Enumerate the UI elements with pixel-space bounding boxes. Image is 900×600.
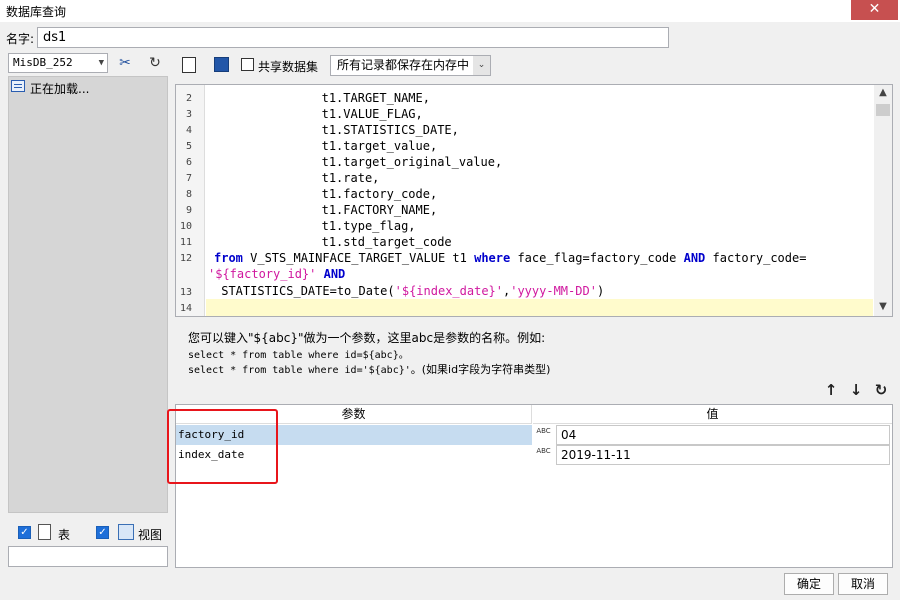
memory-mode-select[interactable]: 所有记录都保存在内存中 ⌄ bbox=[330, 55, 491, 76]
code-line: t1.rate, bbox=[206, 171, 380, 185]
line-number: 8 bbox=[185, 189, 192, 200]
code-line: STATISTICS_DATE=to_Date('${index_date}',… bbox=[214, 284, 604, 298]
line-number: 12 bbox=[179, 253, 192, 264]
memory-mode-value: 所有记录都保存在内存中 bbox=[337, 58, 470, 72]
line-number: 6 bbox=[185, 157, 192, 168]
hint-example: select * from table where id='${abc}'。(如… bbox=[188, 361, 550, 377]
code-line-wrap: '${factory_id}' AND bbox=[208, 267, 345, 281]
database-select[interactable]: MisDB_252 ▼ bbox=[8, 53, 108, 73]
code-line: t1.factory_code, bbox=[206, 187, 438, 201]
code-line: t1.std_target_code bbox=[206, 235, 452, 249]
show-table-checkbox[interactable]: ✓ bbox=[18, 526, 31, 539]
share-dataset-checkbox[interactable] bbox=[241, 58, 254, 71]
table-icon bbox=[38, 524, 51, 540]
line-number: 4 bbox=[185, 125, 192, 136]
code-line: t1.VALUE_FLAG, bbox=[206, 107, 423, 121]
preview-icon[interactable] bbox=[182, 57, 196, 73]
show-view-label: 视图 bbox=[138, 528, 163, 542]
name-input[interactable]: ds1 bbox=[37, 27, 669, 48]
editor-scrollbar[interactable] bbox=[874, 85, 892, 316]
current-line-highlight bbox=[206, 299, 873, 316]
line-number: 3 bbox=[185, 109, 192, 120]
sql-string: '${index_date}' bbox=[394, 284, 503, 298]
ok-button[interactable]: 确定 bbox=[784, 573, 834, 595]
share-dataset-label: 共享数据集 bbox=[258, 60, 319, 74]
move-up-icon[interactable]: ↑ bbox=[823, 381, 839, 399]
type-abc-icon[interactable]: ABC bbox=[533, 445, 554, 465]
code-line: t1.TARGET_NAME, bbox=[206, 91, 430, 105]
sql-text: V_STS_MAINFACE_TARGET_VALUE t1 bbox=[242, 251, 475, 265]
sql-keyword: where bbox=[474, 251, 511, 265]
sql-string: 'yyyy-MM-DD' bbox=[510, 284, 597, 298]
code-line: t1.type_flag, bbox=[206, 219, 416, 233]
hint-example-code: select * from table where id='${abc}' bbox=[188, 365, 411, 376]
sql-text: face_flag=factory_code bbox=[510, 251, 684, 265]
scroll-thumb[interactable] bbox=[876, 104, 890, 116]
line-number: 14 bbox=[179, 303, 192, 314]
sql-text: factory_code= bbox=[705, 251, 807, 265]
close-button[interactable]: ✕ bbox=[851, 0, 898, 20]
line-number: 10 bbox=[179, 221, 192, 232]
loading-text: 正在加载... bbox=[30, 82, 90, 96]
refresh-icon[interactable]: ↻ bbox=[145, 53, 165, 73]
sql-keyword: from bbox=[214, 251, 243, 265]
scroll-up-icon[interactable]: ▲ bbox=[874, 87, 892, 103]
table-search-input[interactable] bbox=[8, 546, 168, 567]
param-value-input[interactable]: 04 bbox=[556, 425, 890, 445]
chevron-down-icon: ▼ bbox=[98, 58, 104, 68]
line-number: 9 bbox=[185, 205, 192, 216]
code-line: t1.target_original_value, bbox=[206, 155, 503, 169]
line-number: 11 bbox=[179, 237, 192, 248]
hint-example-note: 。(如果id字段为字符串类型) bbox=[410, 363, 551, 376]
sql-text: ) bbox=[596, 284, 605, 298]
sql-keyword: AND bbox=[683, 251, 706, 265]
type-abc-icon[interactable]: ABC bbox=[533, 425, 554, 445]
refresh-params-icon[interactable]: ↻ bbox=[873, 381, 889, 399]
column-header-value: 值 bbox=[533, 405, 892, 424]
database-select-value: MisDB_252 bbox=[13, 56, 73, 69]
show-view-checkbox[interactable]: ✓ bbox=[96, 526, 109, 539]
sql-text: STATISTICS_DATE=to_Date( bbox=[214, 284, 395, 298]
code-line: t1.STATISTICS_DATE, bbox=[206, 123, 459, 137]
code-line: t1.target_value, bbox=[206, 139, 438, 153]
sql-string: '${factory_id}' bbox=[208, 267, 317, 281]
scroll-down-icon[interactable]: ▼ bbox=[874, 301, 892, 317]
code-line: from V_STS_MAINFACE_TARGET_VALUE t1 wher… bbox=[214, 251, 806, 265]
title-bar bbox=[0, 0, 900, 22]
table-tree[interactable] bbox=[8, 76, 168, 513]
line-number: 13 bbox=[179, 287, 192, 298]
view-icon bbox=[118, 524, 134, 540]
line-number: 5 bbox=[185, 141, 192, 152]
hint-example: select * from table where id=${abc}。 bbox=[188, 350, 409, 361]
window-title: 数据库查询 bbox=[6, 5, 67, 19]
list-icon bbox=[11, 80, 25, 92]
chevron-down-icon: ⌄ bbox=[473, 56, 490, 75]
annotation-highlight-box bbox=[167, 409, 278, 484]
show-table-label: 表 bbox=[58, 528, 71, 542]
tools-icon[interactable]: ✂ bbox=[115, 53, 135, 73]
move-down-icon[interactable]: ↓ bbox=[848, 381, 864, 399]
sql-keyword: AND bbox=[323, 267, 346, 281]
cancel-button[interactable]: 取消 bbox=[838, 573, 888, 595]
param-value-input[interactable]: 2019-11-11 bbox=[556, 445, 890, 465]
name-label: 名字: bbox=[6, 32, 35, 46]
save-icon[interactable] bbox=[214, 57, 229, 72]
hint-line: 您可以键入"${abc}"做为一个参数，这里abc是参数的名称。例如: bbox=[188, 331, 546, 345]
line-number: 7 bbox=[185, 173, 192, 184]
line-number: 2 bbox=[185, 93, 192, 104]
code-line: t1.FACTORY_NAME, bbox=[206, 203, 438, 217]
